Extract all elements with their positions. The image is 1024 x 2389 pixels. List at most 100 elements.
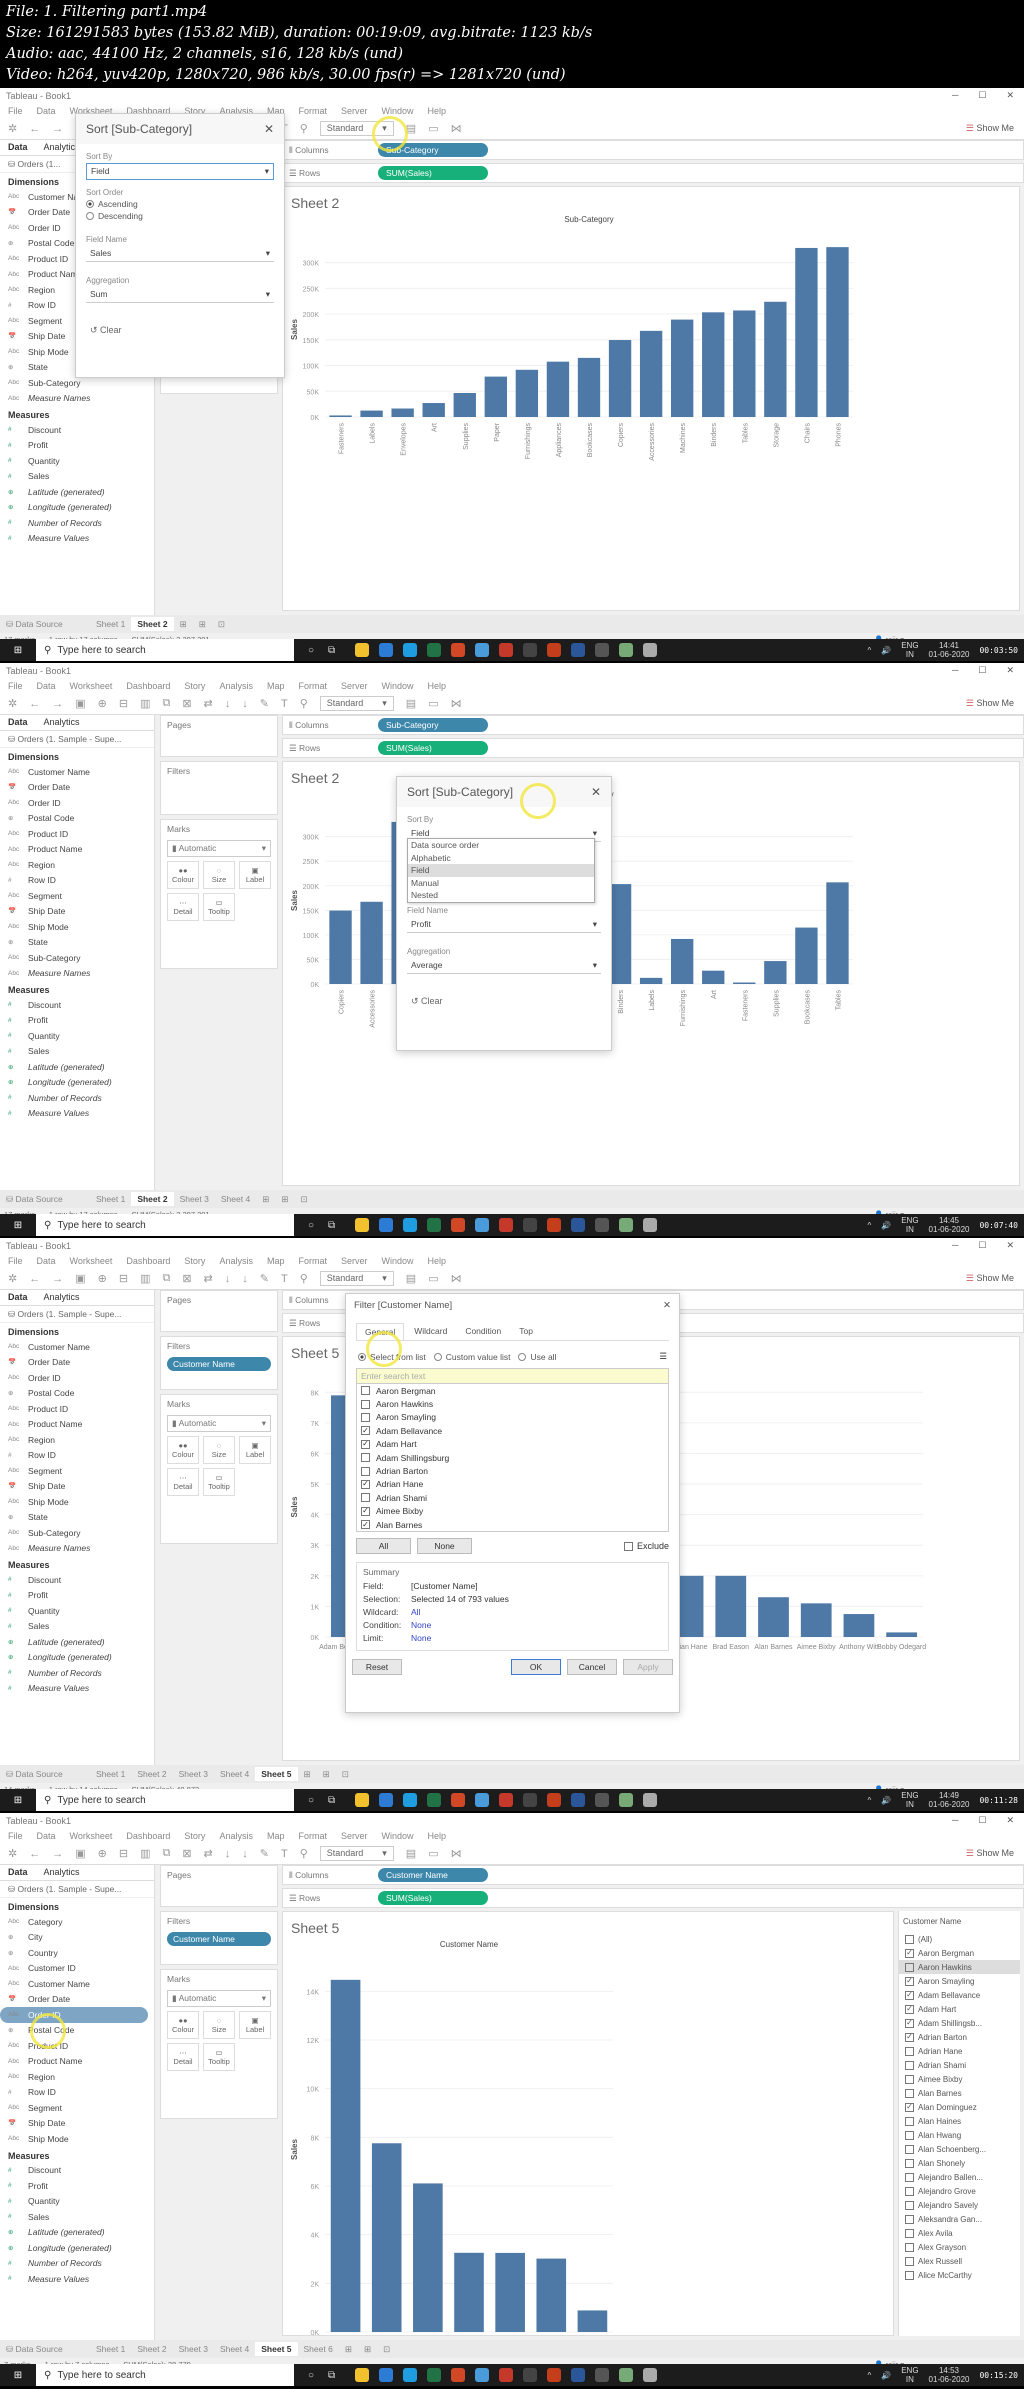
dimension-field[interactable]: Abc Region — [0, 857, 154, 873]
dimension-field[interactable]: ⊕ Country — [0, 1945, 154, 1961]
checkbox[interactable] — [905, 2242, 914, 2252]
sort-asc-icon[interactable]: ↓ — [225, 1273, 231, 1285]
dropdown-option[interactable]: Alphabetic — [408, 852, 594, 865]
checkbox[interactable]: ✓ — [905, 2018, 914, 2028]
quick-filter-item[interactable]: ✓ Aaron Smayling — [899, 1974, 1020, 1988]
quick-filter-item[interactable]: ✓ Adam Bellavance — [899, 1988, 1020, 2002]
dimension-field[interactable]: Abc Ship Mode — [0, 2131, 154, 2147]
filter-tab[interactable]: Condition — [457, 1323, 509, 1340]
filter-pill[interactable]: Customer Name — [167, 1932, 271, 1946]
duplicate-icon[interactable]: ⧉ — [162, 1272, 170, 1285]
pages-shelf[interactable]: Pages — [160, 1865, 278, 1907]
menu-worksheet[interactable]: Worksheet — [70, 1831, 113, 1841]
taskbar-app-icon[interactable] — [451, 643, 466, 657]
measure-field[interactable]: # Discount — [0, 2163, 154, 2179]
new-datasource-icon[interactable]: ⊕ — [98, 697, 107, 710]
dimension-field[interactable]: Abc Order ID — [0, 1370, 154, 1386]
quick-filter-item[interactable]: Aimee Bixby — [899, 2072, 1020, 2086]
columns-pill[interactable]: Sub-Category — [378, 718, 488, 732]
menu-window[interactable]: Window — [382, 681, 414, 691]
new-dashboard-icon[interactable]: ⊞ — [275, 1192, 294, 1207]
new-worksheet-icon[interactable]: ⊞ — [174, 617, 193, 632]
pages-shelf[interactable]: Pages — [160, 715, 278, 757]
data-source[interactable]: ⛁ Orders (1. Sample - Supe... — [0, 1306, 154, 1323]
taskbar-app-icon[interactable] — [547, 1218, 562, 1232]
clear-sheet-icon[interactable]: ⊠ — [182, 1847, 191, 1860]
menu-analysis[interactable]: Analysis — [219, 1831, 253, 1841]
measure-field[interactable]: # Sales — [0, 1044, 154, 1060]
menu-server[interactable]: Server — [341, 1256, 368, 1266]
new-dashboard-icon[interactable]: ⊞ — [193, 617, 212, 632]
bar[interactable] — [546, 361, 570, 417]
filter-list-item[interactable]: ✓ Adam Hart — [357, 1438, 668, 1451]
show-me-button[interactable]: ☰ Show Me — [966, 1273, 1014, 1284]
dimension-field[interactable]: Abc Measure Names — [0, 391, 154, 407]
measure-field[interactable]: # Number of Records — [0, 2256, 154, 2272]
bar[interactable] — [800, 1603, 832, 1637]
duplicate-icon[interactable]: ⧉ — [162, 1847, 170, 1860]
checkbox[interactable]: ✓ — [361, 1506, 370, 1516]
tab-analytics[interactable]: Analytics — [36, 1290, 88, 1305]
taskbar-app-icon[interactable] — [451, 2368, 466, 2382]
close-icon[interactable]: ✕ — [591, 785, 601, 799]
presentation-icon[interactable]: ▭ — [428, 1847, 438, 1860]
mark-colour-button[interactable]: ●●Colour — [167, 861, 199, 889]
filter-list-item[interactable]: Adrian Barton — [357, 1464, 668, 1477]
cortana-icon[interactable]: ○ — [308, 1795, 314, 1806]
new-sheet-icon[interactable]: ▥ — [140, 1272, 150, 1285]
volume-icon[interactable]: 🔊 — [881, 2371, 891, 2380]
dimension-field[interactable]: 📅 Ship Date — [0, 1479, 154, 1495]
rows-pill[interactable]: SUM(Sales) — [378, 166, 488, 180]
taskbar-app-icon[interactable] — [523, 1793, 538, 1807]
taskbar-app-icon[interactable] — [643, 1218, 658, 1232]
measure-field[interactable]: ⊕ Longitude (generated) — [0, 500, 154, 516]
duplicate-icon[interactable]: ⧉ — [162, 697, 170, 710]
bar[interactable] — [577, 357, 601, 417]
taskbar-app-icon[interactable] — [427, 643, 442, 657]
taskbar-app-icon[interactable] — [379, 1793, 394, 1807]
close-window-button[interactable]: ✕ — [1006, 665, 1014, 676]
taskbar-app-icon[interactable] — [451, 1793, 466, 1807]
chevron-up-icon[interactable]: ^ — [867, 1221, 871, 1230]
dimension-field[interactable]: Abc Segment — [0, 1463, 154, 1479]
taskbar-app-icon[interactable] — [523, 2368, 538, 2382]
checkbox[interactable] — [905, 2116, 914, 2126]
checkbox[interactable] — [905, 1962, 914, 1972]
checkbox[interactable]: ✓ — [361, 1426, 370, 1436]
dimension-field[interactable]: ⊕ Postal Code — [0, 2023, 154, 2039]
select-all-button[interactable]: All — [356, 1538, 411, 1555]
taskbar-app-icon[interactable] — [499, 643, 514, 657]
taskbar-app-icon[interactable] — [571, 2368, 586, 2382]
bar[interactable] — [795, 247, 818, 417]
measure-field[interactable]: # Number of Records — [0, 1090, 154, 1106]
taskbar-app-icon[interactable] — [643, 2368, 658, 2382]
sort-asc-icon[interactable]: ↓ — [225, 1848, 231, 1860]
menu-worksheet[interactable]: Worksheet — [70, 1256, 113, 1266]
swap-icon[interactable]: ⇄ — [204, 1847, 213, 1860]
checkbox[interactable] — [905, 2074, 914, 2084]
menu-dashboard[interactable]: Dashboard — [126, 1831, 170, 1841]
windows-start-icon[interactable]: ⊞ — [0, 1795, 36, 1806]
sheet-tab[interactable]: Sheet 3 — [173, 1767, 214, 1781]
dimension-field[interactable]: Abc Customer Name — [0, 764, 154, 780]
quick-filter-item[interactable]: ✓ Adam Hart — [899, 2002, 1020, 2016]
pin-icon[interactable]: ⚲ — [300, 122, 308, 135]
mark-type-select[interactable]: ▮ Automatic▾ — [167, 840, 271, 857]
menu-file[interactable]: File — [8, 106, 23, 116]
quick-filter-item[interactable]: Alejandro Savely — [899, 2198, 1020, 2212]
mark-tooltip-button[interactable]: ▭Tooltip — [203, 1468, 235, 1496]
redo-icon[interactable]: → — [52, 1273, 63, 1285]
tab-data-source[interactable]: ⛁ Data Source — [0, 2342, 90, 2357]
taskbar-search[interactable]: ⚲ Type here to search — [36, 2364, 294, 2386]
checkbox[interactable] — [905, 1934, 914, 1944]
checkbox[interactable] — [361, 1453, 370, 1463]
sort-desc-icon[interactable]: ↓ — [242, 698, 248, 710]
new-dashboard-icon[interactable]: ⊞ — [317, 1767, 336, 1782]
bar[interactable] — [329, 910, 352, 984]
new-datasource-icon[interactable]: ⊕ — [98, 1272, 107, 1285]
mark-tooltip-button[interactable]: ▭Tooltip — [203, 2043, 235, 2071]
menu-dashboard[interactable]: Dashboard — [126, 681, 170, 691]
quick-filter-item[interactable]: Aaron Hawkins — [899, 1960, 1020, 1974]
taskbar-app-icon[interactable] — [571, 1793, 586, 1807]
taskbar-app-icon[interactable] — [403, 2368, 418, 2382]
